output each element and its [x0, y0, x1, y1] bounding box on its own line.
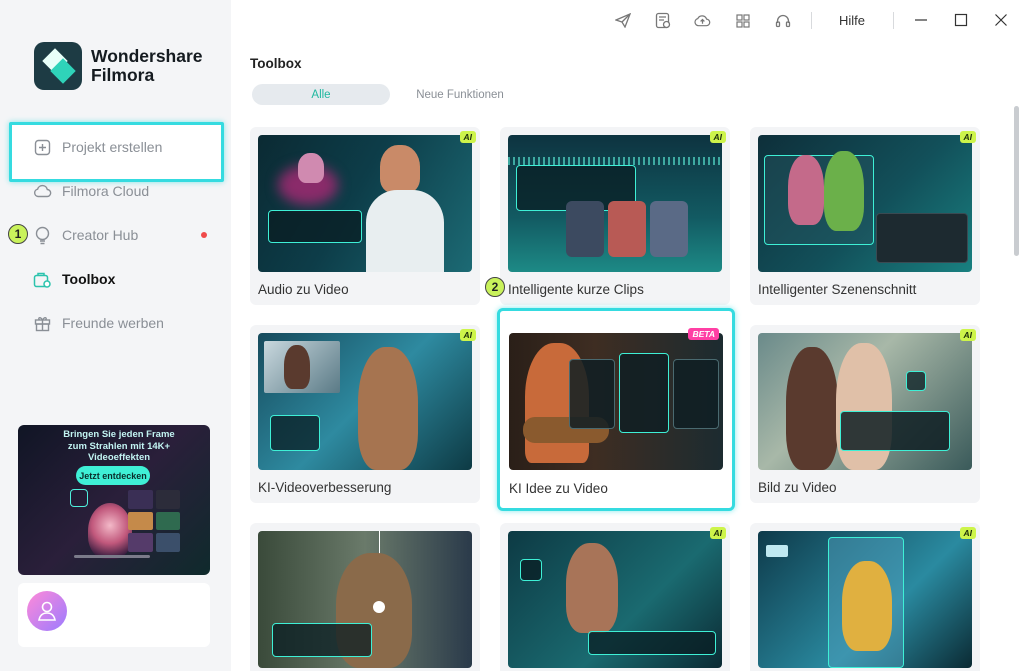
tool-card-row3-1[interactable]	[250, 523, 480, 671]
card-thumbnail	[258, 135, 472, 272]
close-button[interactable]	[993, 12, 1009, 28]
vertical-scrollbar[interactable]	[1014, 106, 1019, 256]
sidebar-item-label: Freunde werben	[62, 315, 164, 331]
promo-title: Bringen Sie jeden Frame zum Strahlen mit…	[63, 429, 175, 463]
cloud-upload-icon[interactable]	[694, 12, 711, 29]
minimize-button[interactable]	[913, 12, 929, 28]
card-label: Intelligenter Szenenschnitt	[758, 282, 917, 297]
effect-tiles	[128, 490, 180, 552]
card-thumbnail	[508, 135, 722, 272]
tool-card-row3-2[interactable]: AI	[500, 523, 730, 671]
promo-cta-button[interactable]: Jetzt entdecken	[76, 466, 150, 485]
progress-bar	[74, 555, 150, 558]
sidebar-item-label: Toolbox	[62, 271, 116, 287]
brand-name: Wondershare Filmora	[91, 47, 203, 85]
notification-dot	[201, 232, 207, 238]
minimize-icon	[915, 19, 927, 21]
promo-image	[88, 503, 132, 559]
sidebar: Wondershare Filmora Projekt erstellen Fi…	[0, 0, 231, 671]
card-label: Bild zu Video	[758, 480, 837, 495]
filmora-logo-icon	[34, 42, 82, 90]
close-icon	[995, 14, 1007, 26]
sidebar-item-filmora-cloud[interactable]: Filmora Cloud	[0, 169, 231, 213]
effect-icon	[70, 489, 88, 507]
promo-banner[interactable]: Bringen Sie jeden Frame zum Strahlen mit…	[18, 425, 210, 575]
sidebar-item-creator-hub[interactable]: Creator Hub	[0, 213, 231, 257]
step-marker-1: 1	[8, 224, 28, 244]
grid-icon[interactable]	[734, 12, 751, 29]
ai-badge: AI	[959, 527, 976, 539]
tool-card-ki-videoverbesserung[interactable]: AI KI-Videoverbesserung	[250, 325, 480, 503]
card-label: Audio zu Video	[258, 282, 349, 297]
plus-square-icon	[32, 137, 52, 157]
sidebar-item-freunde-werben[interactable]: Freunde werben	[0, 301, 231, 345]
sidebar-item-label: Filmora Cloud	[62, 183, 150, 199]
beta-badge: BETA	[688, 328, 719, 340]
gift-icon	[32, 313, 52, 333]
card-label: KI-Videoverbesserung	[258, 480, 392, 495]
sidebar-item-label: Creator Hub	[62, 227, 139, 243]
brand-line-2: Filmora	[91, 65, 155, 85]
ai-badge: AI	[959, 131, 976, 143]
step-marker-2: 2	[485, 277, 505, 297]
help-menu[interactable]: Hilfe	[839, 13, 865, 28]
tool-card-intelligente-kurze-clips[interactable]: AI Intelligente kurze Clips	[500, 127, 730, 305]
maximize-icon	[954, 13, 968, 27]
card-label: Intelligente kurze Clips	[508, 282, 644, 297]
sidebar-item-label: Projekt erstellen	[62, 139, 163, 155]
tool-card-row3-3[interactable]: AI	[750, 523, 980, 671]
tool-card-bild-zu-video[interactable]: AI Bild zu Video	[750, 325, 980, 503]
card-thumbnail	[258, 333, 472, 470]
task-list-icon[interactable]	[654, 12, 671, 29]
bulb-icon	[32, 225, 52, 245]
cloud-icon	[32, 181, 52, 201]
headset-icon[interactable]	[774, 12, 791, 29]
sidebar-item-projekt-erstellen[interactable]: Projekt erstellen	[0, 125, 231, 169]
ai-badge: AI	[459, 131, 476, 143]
sidebar-nav: Projekt erstellen Filmora Cloud Creator …	[0, 125, 231, 345]
ai-badge: AI	[459, 329, 476, 341]
card-thumbnail	[509, 333, 723, 470]
brand-line-1: Wondershare	[91, 46, 203, 66]
separator	[893, 12, 894, 29]
avatar[interactable]	[27, 591, 67, 631]
tool-card-intelligenter-szenenschnitt[interactable]: AI Intelligenter Szenenschnitt	[750, 127, 980, 305]
paper-plane-icon[interactable]	[614, 12, 631, 29]
toolbox-icon	[32, 269, 52, 289]
card-thumbnail	[508, 531, 722, 668]
tool-card-audio-zu-video[interactable]: AI Audio zu Video	[250, 127, 480, 305]
card-label: KI Idee zu Video	[509, 481, 608, 496]
page-title: Toolbox	[250, 56, 302, 71]
tool-card-ki-idee-zu-video[interactable]: BETA KI Idee zu Video	[497, 308, 735, 511]
ai-badge: AI	[959, 329, 976, 341]
main-content: Hilfe Toolbox Alle Neue Funktionen AI Au…	[231, 0, 1021, 671]
app-logo[interactable]: Wondershare Filmora	[34, 42, 203, 90]
ai-badge: AI	[709, 527, 726, 539]
card-thumbnail	[758, 531, 972, 668]
user-icon	[38, 601, 56, 621]
sidebar-item-toolbox[interactable]: Toolbox	[0, 257, 231, 301]
card-thumbnail	[758, 135, 972, 272]
ai-badge: AI	[709, 131, 726, 143]
card-thumbnail	[258, 531, 472, 668]
tab-neue-funktionen[interactable]: Neue Funktionen	[390, 84, 530, 105]
card-thumbnail	[758, 333, 972, 470]
separator	[811, 12, 812, 29]
title-bar: Hilfe	[231, 0, 1021, 40]
tab-alle[interactable]: Alle	[252, 84, 390, 105]
maximize-button[interactable]	[953, 12, 969, 28]
user-card[interactable]	[18, 583, 210, 647]
